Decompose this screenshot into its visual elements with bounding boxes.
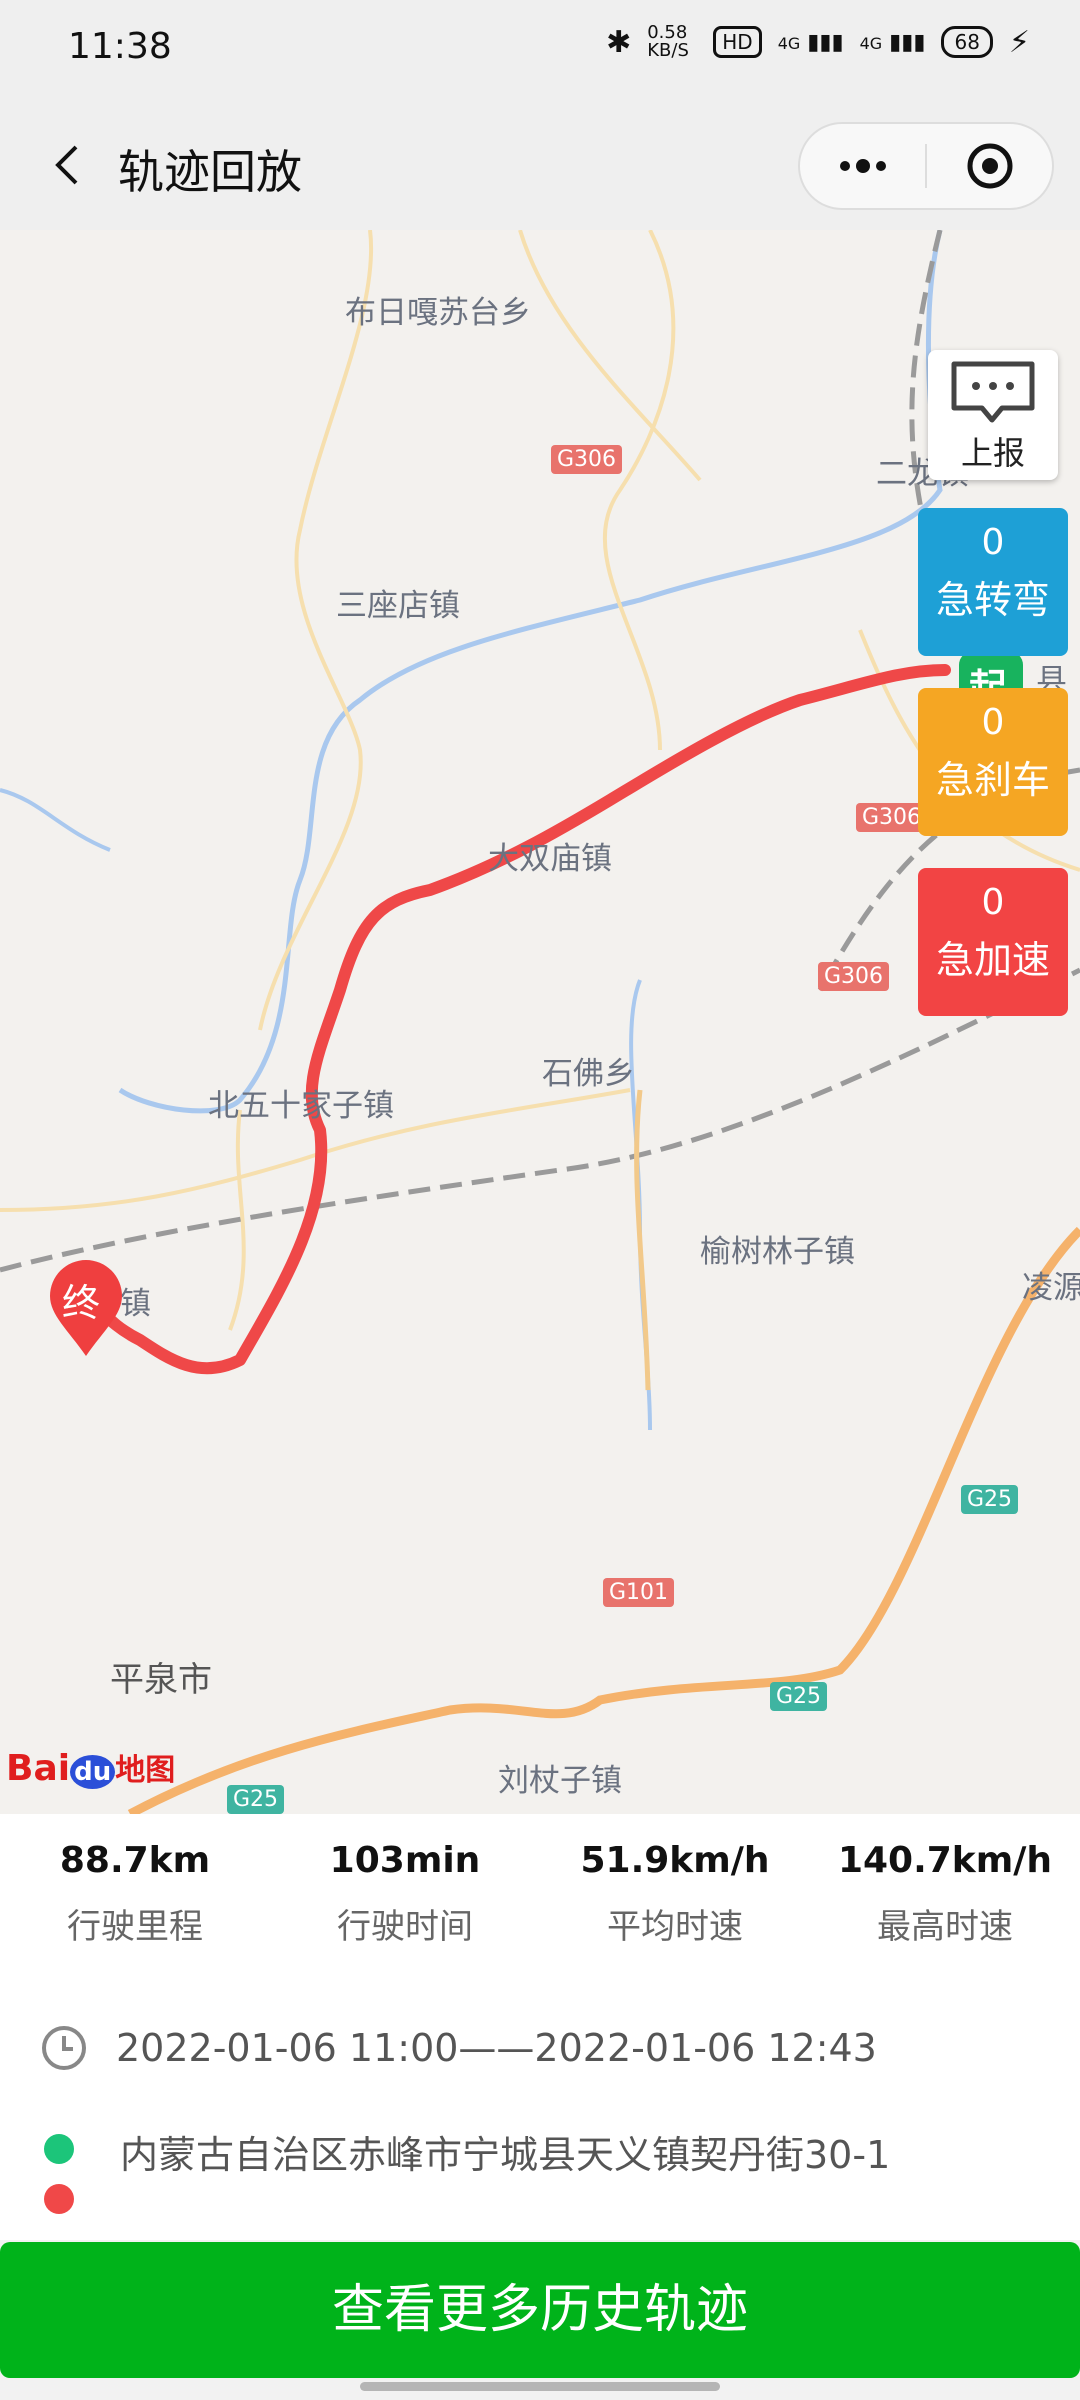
stat-value: 103min bbox=[329, 1840, 481, 1881]
signal-icon-1: 4G ▮▮▮ bbox=[777, 29, 844, 55]
end-point-dot bbox=[44, 2184, 74, 2214]
map-place-label: 布日嘎苏台乡 bbox=[345, 295, 531, 331]
more-history-button[interactable]: 查看更多历史轨迹 bbox=[0, 2242, 1080, 2378]
report-button[interactable]: 上报 bbox=[928, 350, 1058, 480]
status-bar: 11:38 ✱ 0.58 KB/S HD 4G ▮▮▮ 4G ▮▮▮ 68 ⚡ bbox=[0, 0, 1080, 100]
close-button[interactable] bbox=[927, 124, 1052, 208]
rapid-accel-count: 0 bbox=[981, 882, 1005, 923]
road-badge: G25 bbox=[961, 1485, 1019, 1514]
home-indicator bbox=[360, 2382, 720, 2391]
status-icons: ✱ 0.58 KB/S HD 4G ▮▮▮ 4G ▮▮▮ 68 ⚡ bbox=[606, 24, 1030, 60]
road-badge: G101 bbox=[603, 1578, 675, 1607]
hard-brake-label: 急刹车 bbox=[935, 758, 1050, 802]
stat-value: 88.7km bbox=[59, 1840, 211, 1881]
trip-info: 2022-01-06 11:00——2022-01-06 12:43 内蒙古自治… bbox=[0, 1964, 1080, 2240]
map-place-label: 北五十家子镇 bbox=[208, 1088, 394, 1124]
map-place-label: 大双庙镇 bbox=[488, 841, 612, 877]
map-place-label: 刘杖子镇 bbox=[498, 1763, 622, 1799]
start-point-dot bbox=[44, 2134, 74, 2164]
map-place-label: 凌源 bbox=[1022, 1270, 1080, 1306]
stat-avg-speed: 51.9km/h 平均时速 bbox=[540, 1814, 810, 1964]
hd-icon: HD bbox=[713, 26, 762, 58]
clock-icon bbox=[42, 2026, 86, 2070]
time-range: 2022-01-06 11:00——2022-01-06 12:43 bbox=[116, 2026, 877, 2070]
stat-value: 140.7km/h bbox=[837, 1840, 1053, 1881]
road-badge: G25 bbox=[227, 1785, 285, 1814]
signal-icon-2: 4G ▮▮▮ bbox=[859, 29, 926, 55]
stat-duration: 103min 行驶时间 bbox=[270, 1814, 540, 1964]
hard-brake-card[interactable]: 0 急刹车 bbox=[918, 688, 1068, 836]
sharp-turn-label: 急转弯 bbox=[935, 578, 1050, 622]
target-close-icon bbox=[967, 143, 1012, 189]
trip-stats: 88.7km 行驶里程 103min 行驶时间 51.9km/h 平均时速 14… bbox=[0, 1814, 1080, 1964]
stat-label: 行驶里程 bbox=[67, 1907, 203, 1947]
road-badge: G25 bbox=[770, 1682, 828, 1711]
baidu-map-logo: Bai du 地图 bbox=[6, 1748, 176, 1789]
map-place-label: 榆树林子镇 bbox=[700, 1234, 855, 1270]
mini-program-capsule bbox=[798, 122, 1054, 210]
road-badge: G306 bbox=[818, 962, 890, 991]
message-bubble-icon bbox=[951, 361, 1035, 423]
nav-bar: 轨迹回放 bbox=[0, 100, 1080, 230]
hard-brake-count: 0 bbox=[981, 702, 1005, 743]
stat-distance: 88.7km 行驶里程 bbox=[0, 1814, 270, 1964]
road-badge: G306 bbox=[551, 445, 623, 474]
rapid-accel-card[interactable]: 0 急加速 bbox=[918, 868, 1068, 1016]
map-place-label: 三座店镇 bbox=[336, 588, 460, 624]
road-badge: G306 bbox=[856, 803, 928, 832]
map-view[interactable]: 布日嘎苏台乡 三座店镇 大双庙镇 石佛乡 北五十家子镇 榆树林子镇 平泉市 刘杖… bbox=[0, 230, 1080, 1814]
report-label: 上报 bbox=[960, 434, 1025, 472]
stat-label: 最高时速 bbox=[877, 1907, 1013, 1947]
time-range-row: 2022-01-06 11:00——2022-01-06 12:43 bbox=[40, 2024, 877, 2072]
more-button[interactable] bbox=[800, 124, 925, 208]
end-marker[interactable]: 终 bbox=[48, 1260, 124, 1360]
page-title: 轨迹回放 bbox=[118, 145, 302, 199]
stat-value: 51.9km/h bbox=[580, 1840, 770, 1881]
battery-icon: 68 bbox=[941, 26, 993, 58]
charging-icon: ⚡ bbox=[1008, 24, 1030, 60]
status-time: 11:38 bbox=[68, 26, 172, 67]
rapid-accel-label: 急加速 bbox=[935, 938, 1050, 982]
stat-label: 平均时速 bbox=[607, 1907, 743, 1947]
map-place-label: 镇 bbox=[120, 1286, 151, 1322]
net-speed: 0.58 KB/S bbox=[647, 22, 689, 61]
stat-label: 行驶时间 bbox=[337, 1907, 473, 1947]
start-address: 内蒙古自治区赤峰市宁城县天义镇契丹街30-1 bbox=[120, 2133, 891, 2177]
map-place-label: 平泉市 bbox=[110, 1660, 212, 1700]
sharp-turn-count: 0 bbox=[981, 522, 1005, 563]
back-button[interactable] bbox=[40, 135, 100, 195]
chevron-left-icon bbox=[55, 145, 78, 185]
stat-max-speed: 140.7km/h 最高时速 bbox=[810, 1814, 1080, 1964]
sharp-turn-card[interactable]: 0 急转弯 bbox=[918, 508, 1068, 656]
more-dots-icon bbox=[839, 159, 886, 173]
map-place-label: 石佛乡 bbox=[542, 1056, 635, 1092]
bluetooth-icon: ✱ bbox=[606, 24, 632, 60]
